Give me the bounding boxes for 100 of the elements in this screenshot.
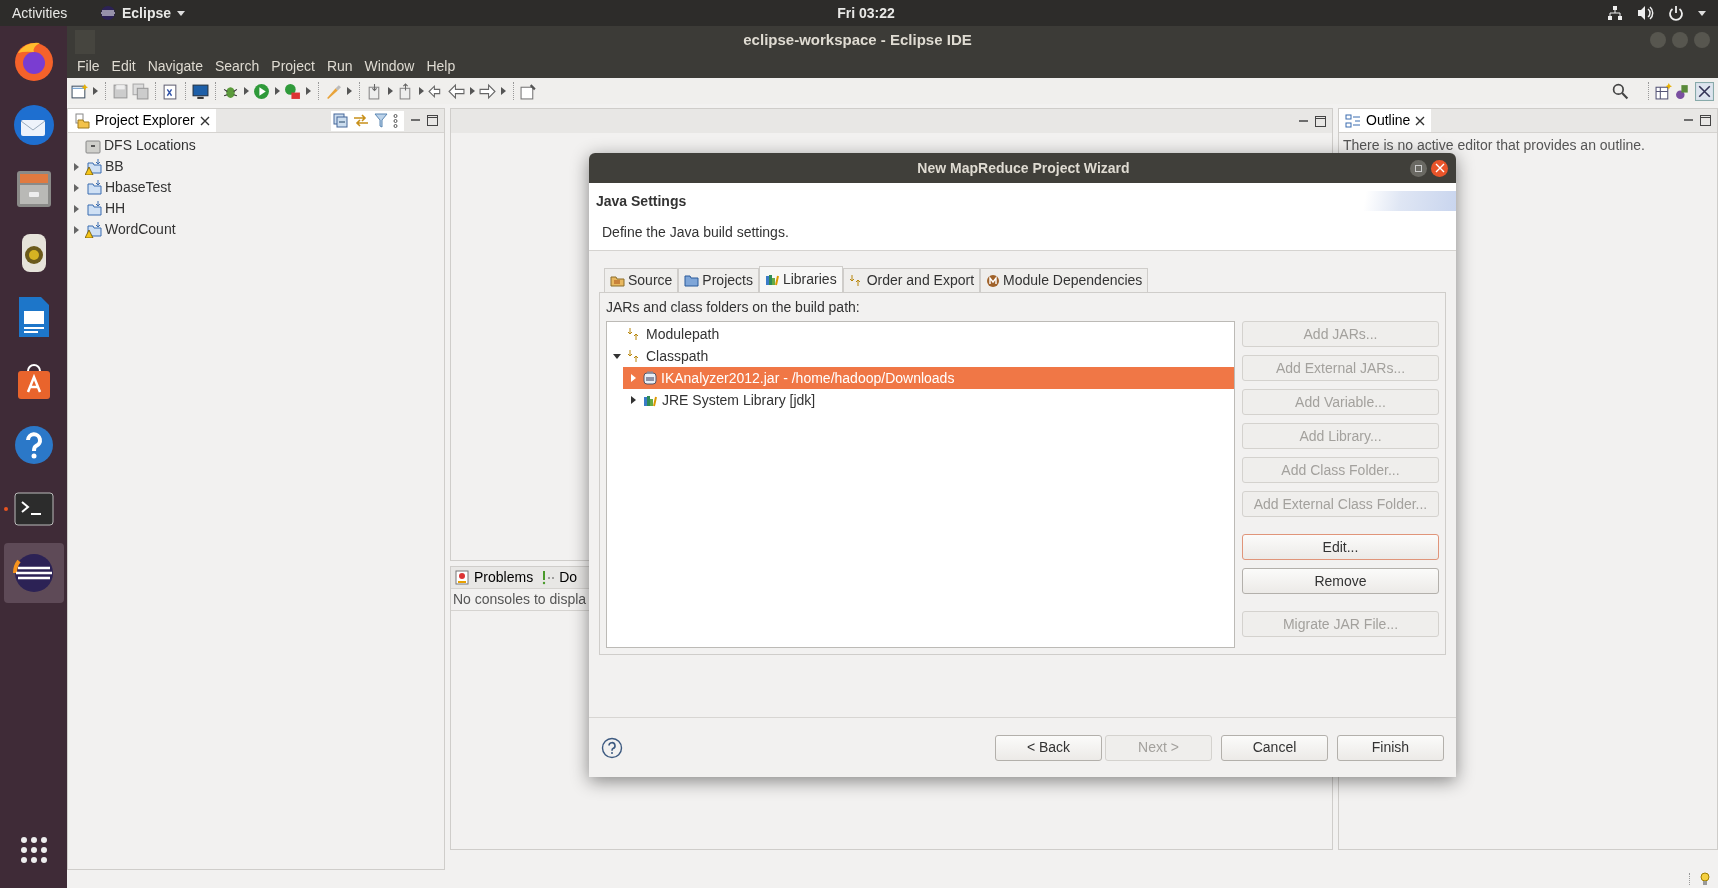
- activities-button[interactable]: Activities: [12, 2, 100, 24]
- maximize-icon[interactable]: [427, 115, 438, 126]
- striped-circle-icon: [100, 5, 116, 21]
- maximize-icon[interactable]: [1700, 115, 1711, 126]
- panel-tab[interactable]: Outline: [1339, 109, 1432, 132]
- project-folder-icon: [85, 179, 102, 196]
- window-title: eclipse-workspace - Eclipse IDE: [743, 29, 972, 50]
- search-icon[interactable]: [1612, 82, 1629, 100]
- run-icon[interactable]: [253, 82, 270, 100]
- caret-icon: [345, 87, 353, 95]
- side-button[interactable]: Remove: [1242, 568, 1439, 594]
- panel-tab[interactable]: Project Explorer: [68, 109, 216, 132]
- collapsed-caret-icon: [72, 225, 80, 234]
- tree-item[interactable]: WordCount: [68, 219, 444, 240]
- dialog-title: New MapReduce Project Wizard: [917, 158, 1130, 178]
- module-icon: [986, 273, 1001, 288]
- project-warning-icon: [85, 158, 102, 175]
- project-folder-icon: [85, 200, 102, 217]
- panel-tab[interactable]: Do: [541, 567, 578, 588]
- menu-item[interactable]: Edit: [105, 55, 142, 77]
- outline-icon: [1345, 112, 1361, 129]
- link-editor-icon[interactable]: [353, 113, 369, 128]
- tree-item[interactable]: DFS Locations: [68, 135, 444, 156]
- collapsed-caret-icon: [72, 183, 80, 192]
- dialog-tab[interactable]: Source: [604, 268, 679, 292]
- side-button[interactable]: Edit...: [1242, 534, 1439, 560]
- menu-item[interactable]: Window: [358, 55, 421, 77]
- outline-message: There is no active editor that provides an outline.: [1343, 137, 1645, 153]
- books-icon: [764, 273, 780, 286]
- books-icon: [643, 393, 658, 407]
- tree-item[interactable]: BB: [68, 156, 444, 177]
- pin-editor-icon[interactable]: [520, 82, 537, 100]
- close-icon[interactable]: [199, 115, 210, 126]
- new-type-icon[interactable]: [162, 82, 179, 100]
- footer-button[interactable]: Cancel: [1221, 734, 1328, 761]
- tree-label: JARs and class folders on the build path:: [606, 298, 861, 317]
- network-icon[interactable]: [1607, 5, 1623, 21]
- menu-item[interactable]: Project: [265, 55, 321, 77]
- filter-icon[interactable]: [374, 113, 388, 128]
- open-perspective-icon[interactable]: [1655, 82, 1672, 100]
- console-message: No consoles to displa: [453, 590, 587, 609]
- mail-icon: [11, 103, 56, 147]
- collapsed-caret-icon: [629, 374, 637, 382]
- menu-item[interactable]: Navigate: [141, 55, 209, 77]
- footer-button[interactable]: Finish: [1337, 734, 1444, 761]
- tree-row[interactable]: Modulepath: [607, 323, 1234, 345]
- collapsed-caret-icon: [72, 162, 80, 171]
- run-tools-icon[interactable]: [284, 82, 301, 100]
- jar-icon: [643, 371, 657, 385]
- maximize-icon[interactable]: [1315, 115, 1326, 127]
- tree-item[interactable]: HbaseTest: [68, 177, 444, 198]
- clock[interactable]: Fri 03:22: [837, 2, 895, 24]
- caret-icon: [417, 87, 425, 95]
- new-icon[interactable]: [71, 82, 88, 100]
- dialog-tab[interactable]: Libraries: [758, 266, 843, 292]
- monitor-icon[interactable]: [192, 82, 209, 100]
- view-menu-icon[interactable]: [393, 113, 398, 128]
- footer-button[interactable]: < Back: [995, 734, 1102, 761]
- apps-grid-icon[interactable]: [19, 836, 48, 864]
- server-icon: [85, 137, 101, 154]
- java-perspective-icon[interactable]: [1695, 81, 1714, 101]
- collapse-all-icon[interactable]: [333, 113, 348, 128]
- help-icon[interactable]: [601, 736, 623, 759]
- caret-icon: [177, 9, 186, 17]
- close-dialog-button[interactable]: [1431, 159, 1448, 177]
- dialog-tab[interactable]: Module Dependencies: [980, 268, 1149, 292]
- panel-tab[interactable]: Problems: [455, 567, 534, 588]
- maximize-dialog-button[interactable]: [1410, 159, 1427, 177]
- power-icon[interactable]: [1668, 5, 1684, 21]
- forward-icon[interactable]: [479, 82, 496, 100]
- close-icon[interactable]: [1415, 115, 1426, 126]
- expanded-caret-icon: [613, 352, 621, 360]
- problems-icon: [455, 570, 470, 585]
- menu-item[interactable]: File: [71, 55, 106, 77]
- folder-icon: [684, 274, 700, 287]
- dialog-tab[interactable]: Order and Export: [842, 268, 981, 292]
- caret-icon: [273, 87, 281, 95]
- page-description: Define the Java build settings.: [602, 224, 789, 240]
- dialog-tab[interactable]: Projects: [678, 268, 759, 292]
- tree-row[interactable]: JRE System Library [jdk]: [623, 389, 1234, 411]
- page-heading: Java Settings: [596, 193, 687, 209]
- tree-row[interactable]: Classpath: [607, 345, 1234, 367]
- menu-item[interactable]: Run: [320, 55, 359, 77]
- lightbulb-icon[interactable]: [1700, 872, 1710, 886]
- menu-item[interactable]: Help: [420, 55, 462, 77]
- dock-item[interactable]: [3, 543, 64, 603]
- caret-icon: [304, 87, 312, 95]
- caret-icon: [468, 87, 476, 95]
- package-folder-icon: [610, 274, 625, 287]
- back-icon[interactable]: [448, 82, 465, 100]
- caret-icon: [91, 87, 99, 95]
- volume-icon[interactable]: [1637, 5, 1654, 21]
- tree-item[interactable]: HH: [68, 198, 444, 219]
- collapsed-caret-icon: [72, 204, 80, 213]
- menu-item[interactable]: Search: [208, 55, 266, 77]
- app-menu[interactable]: Eclipse: [100, 2, 186, 24]
- project-warning-icon: [85, 221, 102, 238]
- caret-icon: [499, 87, 507, 95]
- explorer-icon: [74, 112, 90, 129]
- javadoc-icon: [541, 570, 556, 585]
